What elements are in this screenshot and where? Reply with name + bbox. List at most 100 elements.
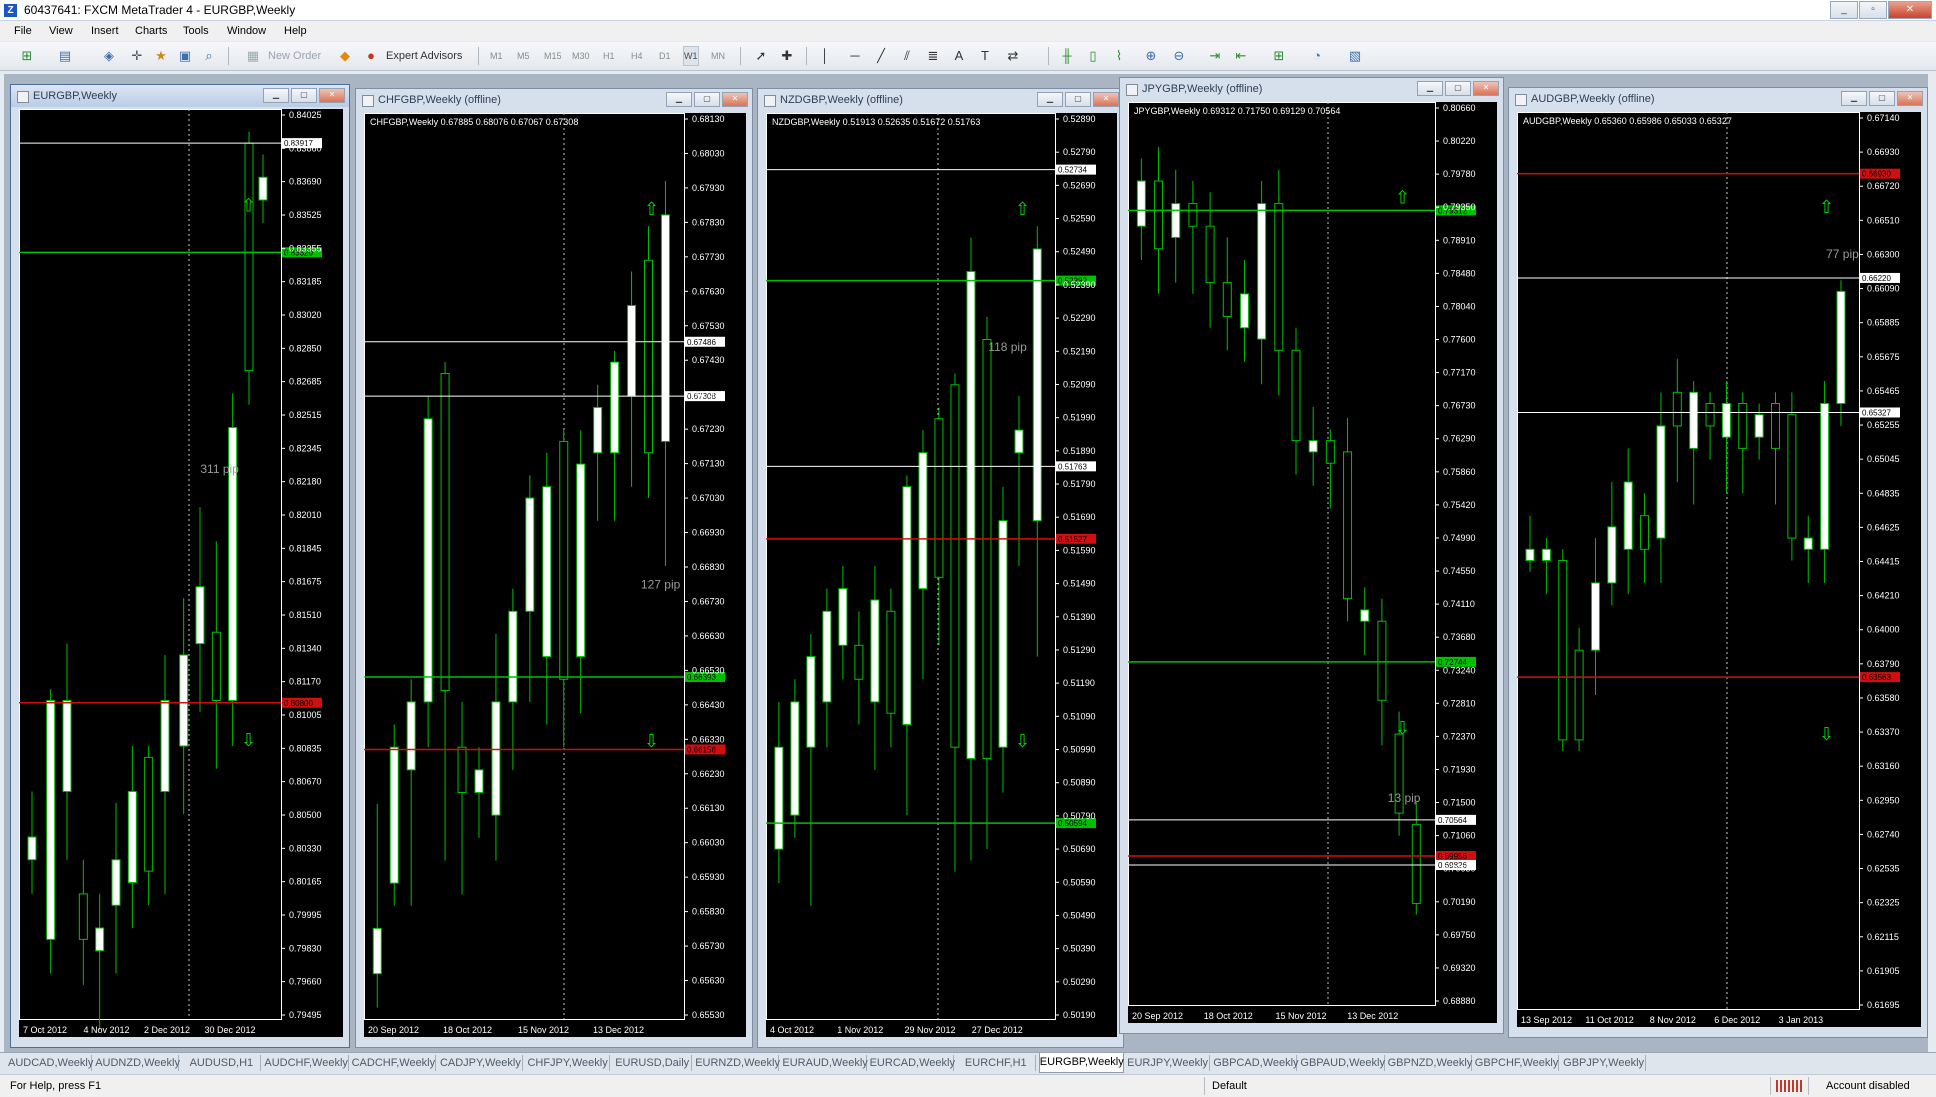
periods-icon[interactable]: ◔ <box>1308 47 1326 65</box>
chart-close-button[interactable]: ✕ <box>1093 92 1119 107</box>
chart-tab[interactable]: EURCAD,Weekly <box>870 1055 955 1071</box>
chart-minimize-button[interactable]: ▁ <box>1417 81 1443 96</box>
profiles-icon[interactable]: ▤ <box>56 47 74 65</box>
strategy-tester-icon[interactable]: ⌕ <box>200 47 218 65</box>
candle-body <box>1836 290 1846 405</box>
horizontal-line-icon[interactable]: ─ <box>846 47 864 65</box>
timeframe-m15[interactable]: M15 <box>544 47 562 65</box>
market-watch-icon[interactable]: ◈ <box>100 47 118 65</box>
autoscroll-icon[interactable]: ⇥ <box>1206 47 1224 65</box>
chart-maximize-button[interactable]: ▢ <box>1445 81 1471 96</box>
new-order-button[interactable]: New Order <box>268 47 321 65</box>
chart-shift-icon[interactable]: ⇤ <box>1232 47 1250 65</box>
menu-file[interactable]: File <box>14 25 32 37</box>
navigator-icon[interactable]: ★ <box>152 47 170 65</box>
chart-tab[interactable]: GBPJPY,Weekly <box>1562 1055 1647 1071</box>
vertical-line-icon[interactable]: │ <box>816 47 834 65</box>
indicators-icon[interactable]: ⊞ <box>1270 47 1288 65</box>
menu-help[interactable]: Help <box>284 25 307 37</box>
menu-charts[interactable]: Charts <box>135 25 167 37</box>
chart-maximize-button[interactable]: ▢ <box>1869 91 1895 106</box>
chart-close-button[interactable]: ✕ <box>1473 81 1499 96</box>
cursor-icon[interactable]: ➚ <box>752 47 770 65</box>
chart-tab[interactable]: CHFJPY,Weekly <box>526 1055 611 1071</box>
chart-window-header[interactable]: AUDGBP,Weekly (offline) ▁ ▢ ✕ <box>1509 88 1927 110</box>
chart-window-header[interactable]: NZDGBP,Weekly (offline) ▁ ▢ ✕ <box>758 89 1123 111</box>
menu-view[interactable]: View <box>49 25 73 37</box>
timeframe-w1[interactable]: W1 <box>683 46 699 66</box>
chart-window-nzdgbp[interactable]: NZDGBP,Weekly (offline) ▁ ▢ ✕ NZDGBP,Wee… <box>757 88 1124 1048</box>
chart-tab[interactable]: EURNZD,Weekly <box>695 1055 780 1071</box>
crosshair-nav-icon[interactable]: ✛ <box>128 47 146 65</box>
chart-tab[interactable]: AUDUSD,H1 <box>182 1055 262 1071</box>
terminal-icon[interactable]: ▣ <box>176 47 194 65</box>
chart-maximize-button[interactable]: ▢ <box>694 92 720 107</box>
chart-window-chfgbp[interactable]: CHFGBP,Weekly (offline) ▁ ▢ ✕ CHFGBP,Wee… <box>355 88 753 1048</box>
timeframe-h4[interactable]: H4 <box>631 47 643 65</box>
chart-maximize-button[interactable]: ▢ <box>291 88 317 103</box>
chart-minimize-button[interactable]: ▁ <box>1841 91 1867 106</box>
line-chart-icon[interactable]: ⌇ <box>1110 47 1128 65</box>
chart-tab[interactable]: AUDCAD,Weekly <box>8 1055 93 1071</box>
chart-tab[interactable]: EURGBP,Weekly <box>1038 1053 1124 1073</box>
chart-tab[interactable]: AUDCHF,Weekly <box>264 1055 349 1071</box>
metaeditor-icon[interactable]: ◆ <box>336 47 354 65</box>
text-icon[interactable]: A <box>950 47 968 65</box>
text-label-icon[interactable]: T <box>976 47 994 65</box>
chart-tab[interactable]: EURUSD,Daily <box>613 1055 693 1071</box>
chart-window-header[interactable]: CHFGBP,Weekly (offline) ▁ ▢ ✕ <box>356 89 752 111</box>
chart-tab[interactable]: CADJPY,Weekly <box>439 1055 523 1071</box>
expert-advisors-button[interactable]: Expert Advisors <box>386 47 462 65</box>
chart-close-button[interactable]: ✕ <box>319 88 345 103</box>
timeframe-m30[interactable]: M30 <box>572 47 590 65</box>
chart-plot[interactable]: NZDGBP,Weekly 0.51913 0.52635 0.51672 0.… <box>766 113 1117 1037</box>
chart-tab[interactable]: GBPCHF,Weekly <box>1475 1055 1559 1071</box>
timeframe-m1[interactable]: M1 <box>490 47 503 65</box>
chart-close-button[interactable]: ✕ <box>722 92 748 107</box>
chart-close-button[interactable]: ✕ <box>1897 91 1923 106</box>
chart-plot[interactable]: 0.83917 0.83320 0.80800 0.84025 0.83860 0.836… <box>19 109 343 1037</box>
chart-tab[interactable]: EURJPY,Weekly <box>1126 1055 1211 1071</box>
chart-minimize-button[interactable]: ▁ <box>263 88 289 103</box>
chart-plot[interactable]: JPYGBP,Weekly 0.69312 0.71750 0.69129 0.… <box>1128 102 1497 1023</box>
close-button[interactable]: ✕ <box>1888 1 1932 19</box>
chart-minimize-button[interactable]: ▁ <box>1037 92 1063 107</box>
fibonacci-icon[interactable]: ≣ <box>924 47 942 65</box>
chart-plot[interactable]: AUDGBP,Weekly 0.65360 0.65986 0.65033 0.… <box>1517 112 1921 1027</box>
chart-maximize-button[interactable]: ▢ <box>1065 92 1091 107</box>
chart-plot[interactable]: CHFGBP,Weekly 0.67885 0.68076 0.67067 0.… <box>364 113 746 1037</box>
chart-tab[interactable]: EURAUD,Weekly <box>782 1055 868 1071</box>
arrows-dropdown-icon[interactable]: ⇄ <box>1004 47 1022 65</box>
chart-tab[interactable]: AUDNZD,Weekly <box>95 1055 180 1071</box>
timeframe-m5[interactable]: M5 <box>517 47 530 65</box>
date-tick-label: 20 Sep 2012 <box>1132 1011 1183 1021</box>
zoom-out-icon[interactable]: ⊖ <box>1170 47 1188 65</box>
chart-window-audgbp[interactable]: AUDGBP,Weekly (offline) ▁ ▢ ✕ AUDGBP,Wee… <box>1508 87 1928 1038</box>
chart-tab[interactable]: CADCHF,Weekly <box>352 1055 436 1071</box>
menu-tools[interactable]: Tools <box>183 25 209 37</box>
timeframe-d1[interactable]: D1 <box>659 47 671 65</box>
chart-window-jpygbp[interactable]: JPYGBP,Weekly (offline) ▁ ▢ ✕ JPYGBP,Wee… <box>1119 77 1504 1034</box>
minimize-button[interactable]: _ <box>1830 1 1858 19</box>
crosshair-icon[interactable]: ✚ <box>778 47 796 65</box>
chart-minimize-button[interactable]: ▁ <box>666 92 692 107</box>
chart-window-header[interactable]: JPYGBP,Weekly (offline) ▁ ▢ ✕ <box>1120 78 1503 100</box>
chart-tab[interactable]: GBPCAD,Weekly <box>1213 1055 1299 1071</box>
menu-window[interactable]: Window <box>227 25 266 37</box>
new-chart-icon[interactable]: ⊞ <box>18 47 36 65</box>
chart-window-eurgbp[interactable]: EURGBP,Weekly ▁ ▢ ✕ 0.83917 0.83320 0.8080… <box>10 84 350 1048</box>
timeframe-h1[interactable]: H1 <box>603 47 615 65</box>
chart-tab[interactable]: EURCHF,H1 <box>957 1055 1036 1071</box>
chart-window-header[interactable]: EURGBP,Weekly ▁ ▢ ✕ <box>11 85 349 107</box>
templates-icon[interactable]: ▧ <box>1346 47 1364 65</box>
timeframe-mn[interactable]: MN <box>711 47 725 65</box>
chart-tab[interactable]: GBPAUD,Weekly <box>1300 1055 1385 1071</box>
zoom-in-icon[interactable]: ⊕ <box>1142 47 1160 65</box>
menu-insert[interactable]: Insert <box>91 25 119 37</box>
channel-icon[interactable]: ⫽ <box>898 47 916 65</box>
trendline-icon[interactable]: ╱ <box>872 47 890 65</box>
restore-button[interactable]: ▫ <box>1859 1 1887 19</box>
chart-tab[interactable]: GBPNZD,Weekly <box>1388 1055 1472 1071</box>
bar-chart-icon[interactable]: ╫ <box>1058 47 1076 65</box>
candlesticks-icon[interactable]: ▯ <box>1084 47 1102 65</box>
